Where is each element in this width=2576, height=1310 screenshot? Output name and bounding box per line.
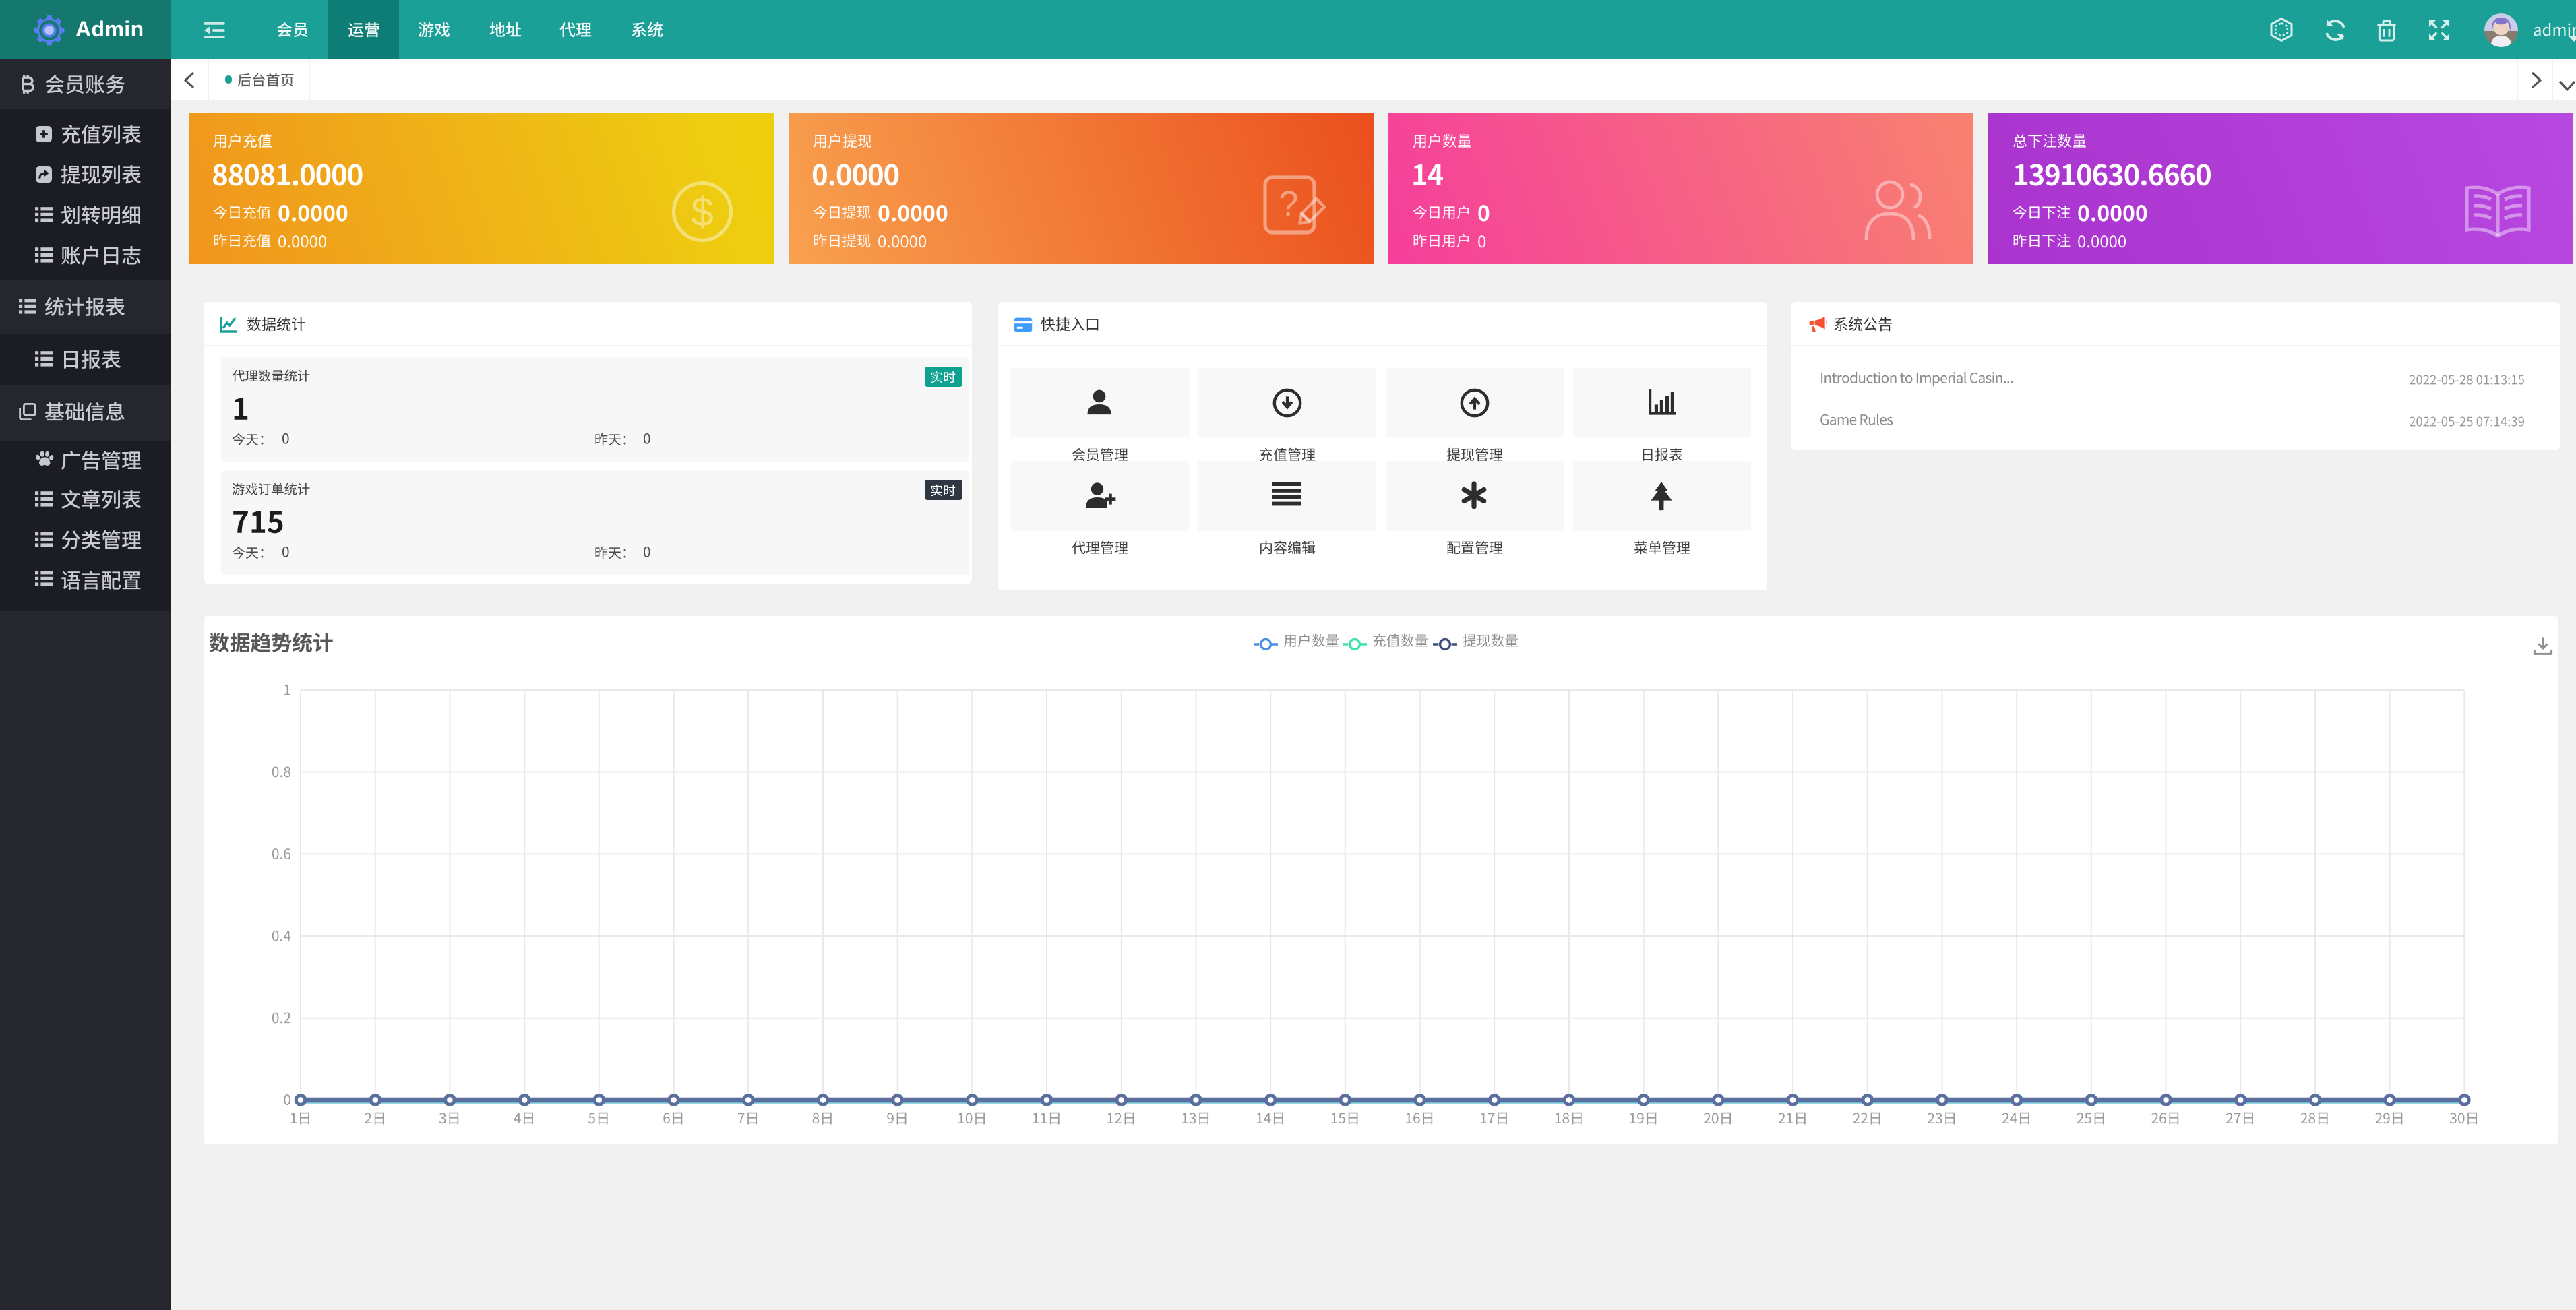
svg-text:?: ? — [1279, 185, 1298, 224]
svg-text:$: $ — [690, 189, 712, 235]
